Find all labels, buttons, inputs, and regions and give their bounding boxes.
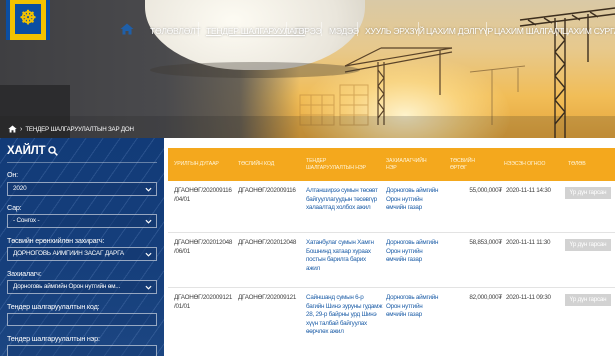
tender-name-label: Тендер шалгаруулалтын нэр:: [7, 334, 100, 343]
breadcrumb-home-icon[interactable]: [8, 125, 17, 133]
chevron-down-icon: [145, 219, 152, 224]
header-project-code: ТӨСЛИЙН КОД: [238, 161, 275, 168]
client-select-value: Дорноговь аймгийн Орон нутгийн өм...: [13, 283, 121, 290]
breadcrumb-current: ТЕНДЕР ШАЛГАРУУЛАЛТЫН ЗАР ДОН: [25, 125, 134, 133]
table-row: ДГАОНӨГ/202012048/06/01 ДГАОНӨГ/20201204…: [168, 233, 615, 288]
nav-divider: [556, 22, 557, 36]
status-badge: Үр дүн гарсан: [565, 294, 611, 306]
nav-e-shop[interactable]: ЦАХИМ ДЭЛГҮҮР: [426, 26, 493, 36]
year-label: Он:: [7, 170, 18, 179]
tender-code-label: Тендер шалгаруулалтын код:: [7, 302, 100, 311]
year-select-value: 2020: [13, 185, 27, 192]
client-select[interactable]: Дорноговь аймгийн Орон нутгийн өм...: [7, 280, 157, 294]
chevron-down-icon: [145, 187, 152, 192]
nav-contracts[interactable]: ГЭРЭЭ: [294, 26, 322, 36]
search-icon: [48, 146, 59, 156]
nav-e-learning[interactable]: ЦАХИМ СУРГАЛТ: [562, 26, 615, 36]
nav-divider: [486, 22, 487, 36]
header-client-name: ЗАХИАЛАГЧИЙН НЭР: [386, 158, 427, 171]
table-row: ДГАОНӨГ/202009121/01/01 ДГАОНӨГ/20200912…: [168, 288, 615, 356]
client-name-link[interactable]: Дорноговь аймгийн Орон нутгийн өмчийн газа…: [386, 187, 448, 213]
opening-date-cell: 2020-11-11 11:30: [506, 239, 551, 246]
month-select-value: - Сонгох -: [13, 217, 40, 224]
client-name-link[interactable]: Дорноговь аймгийн Орон нутгийн өмчийн газа…: [386, 294, 448, 320]
nav-divider: [286, 22, 287, 36]
app-root: ☸ ТӨЛӨВЛӨЛТ ТЕНДЕР ШАЛГАРУУЛАЛТ ГЭРЭЭ МЭ…: [0, 0, 615, 356]
search-panel-title: ХАЙЛТ: [7, 145, 59, 157]
chevron-down-icon: [145, 252, 152, 257]
nav-planning[interactable]: ТӨЛӨВЛӨЛТ: [150, 26, 201, 36]
breadcrumb: › ТЕНДЕР ШАЛГАРУУЛАЛТЫН ЗАР ДОН: [8, 124, 134, 134]
nav-divider: [357, 22, 358, 36]
chevron-down-icon: [145, 285, 152, 290]
nav-legal[interactable]: ХУУЛЬ ЭРХЗҮЙ: [365, 26, 425, 36]
client-name-link[interactable]: Дорноговь аймгийн Орон нутгийн өмчийн газа…: [386, 239, 448, 265]
search-panel: ХАЙЛТ Он: 2020 Сар: - Сонгох - Төсвийн е…: [0, 138, 164, 356]
budget-cell: 82,000,000₮: [469, 294, 502, 301]
header-tender-name: ТЕНДЕР ШАЛГАРУУЛАЛТЫН НЭР: [306, 158, 366, 171]
budget-manager-select[interactable]: ДОРНОГОВЬ АЙМГИЙН ЗАСАГ ДАРГА: [7, 247, 157, 261]
budget-cell: 58,853,000₮: [469, 239, 502, 246]
status-badge: Үр дүн гарсан: [565, 187, 611, 199]
top-navigation: ☸ ТӨЛӨВЛӨЛТ ТЕНДЕР ШАЛГАРУУЛАЛТ ГЭРЭЭ МЭ…: [0, 0, 615, 44]
helmet-shadow: [150, 62, 360, 78]
tender-name-link[interactable]: Хатанбулаг сумын Хамгн Бошнинд хатаар хур…: [306, 239, 384, 273]
project-code-cell: ДГАОНӨГ/202009116: [238, 187, 296, 194]
nav-divider: [418, 22, 419, 36]
status-badge: Үр дүн гарсан: [565, 239, 611, 251]
opening-date-cell: 2020-11-11 09:30: [506, 294, 551, 301]
table-row: ДГАОНӨГ/202009116/04/01 ДГАОНӨГ/20200911…: [168, 181, 615, 233]
budget-cell: 55,000,000₮: [469, 187, 502, 194]
nav-divider: [321, 22, 322, 36]
home-icon[interactable]: [120, 23, 134, 35]
month-select[interactable]: - Сонгох -: [7, 214, 157, 228]
table-header: УРИЛГЫН ДУГААР ТӨСЛИЙН КОД ТЕНДЕР ШАЛГАРУ…: [168, 148, 615, 181]
project-code-cell: ДГАОНӨГ/202009121: [238, 294, 297, 301]
soyombo-emblem-icon: ☸: [19, 8, 37, 29]
breadcrumb-separator: ›: [20, 125, 23, 133]
tender-name-input[interactable]: [7, 345, 157, 356]
header-opening-date: НЭЭСЭН ОГНОО: [504, 161, 546, 168]
year-select[interactable]: 2020: [7, 182, 157, 196]
search-title-text: ХАЙЛТ: [7, 145, 46, 157]
header-status: ТӨЛӨВ: [568, 161, 586, 168]
nav-news[interactable]: МЭДЭЭ: [329, 26, 359, 36]
tender-name-link[interactable]: Алтанширээ сумын төсөвт байгууллагуудын т…: [306, 187, 384, 213]
nav-tender-selection[interactable]: ТЕНДЕР ШАЛГАРУУЛАЛТ: [206, 26, 305, 36]
nav-e-exam[interactable]: ЦАХИМ ШАЛГАЛТ: [494, 26, 564, 36]
budget-manager-select-value: ДОРНОГОВЬ АЙМГИЙН ЗАСАГ ДАРГА: [13, 250, 124, 257]
client-label: Захиалагч:: [7, 269, 42, 278]
invitation-number-cell: ДГАОНӨГ/202009116/04/01: [174, 187, 232, 203]
tender-name-link[interactable]: Сайншанд сумын 6-р багийн Шинэ зуруны гуд…: [306, 294, 384, 337]
project-code-cell: ДГАОНӨГ/202012048: [238, 239, 297, 246]
opening-date-cell: 2020-11-11 14:30: [506, 187, 551, 194]
invitation-number-cell: ДГАОНӨГ/202009121/01/01: [174, 294, 233, 310]
header-invitation-number: УРИЛГЫН ДУГААР: [174, 161, 219, 168]
site-logo[interactable]: ☸: [6, 0, 50, 40]
invitation-number-cell: ДГАОНӨГ/202012048/06/01: [174, 239, 233, 255]
budget-manager-label: Төсвийн ерөнхийлөн захирагч:: [7, 236, 105, 245]
title-divider: [7, 162, 157, 163]
header-budget: ТӨСВИЙН ӨРТӨГ: [450, 158, 475, 171]
tender-code-input[interactable]: [7, 313, 157, 326]
nav-divider: [198, 22, 199, 36]
month-label: Сар:: [7, 203, 22, 212]
